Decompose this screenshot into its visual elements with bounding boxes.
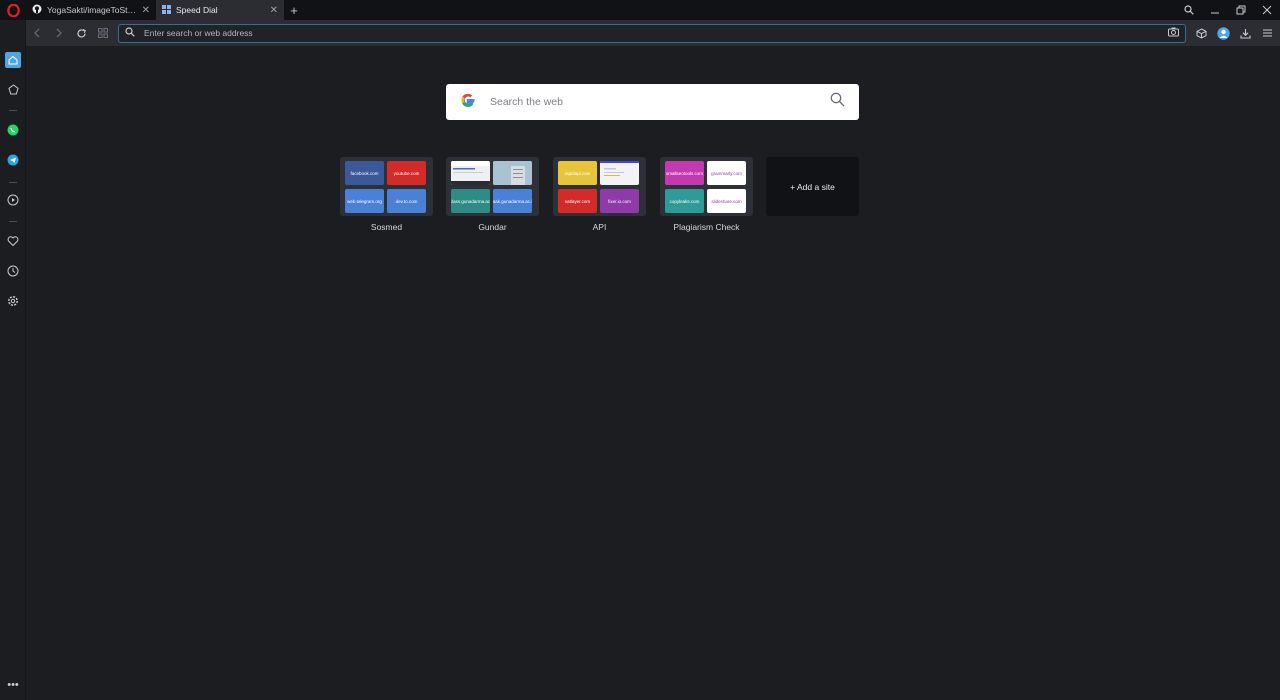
speed-dial-folder-api[interactable]: rapidapi.com vatlayer.com fixer.io.com A… bbox=[553, 157, 646, 232]
site-thumbnail: smallseotools.com bbox=[665, 161, 704, 185]
site-thumbnail: facebook.com bbox=[345, 161, 384, 185]
tab-github[interactable]: YogaSakti/imageToSticker ✕ bbox=[26, 0, 156, 20]
site-thumbnail: v-class.gunadarma.ac.id bbox=[451, 189, 490, 213]
sidebar-divider bbox=[9, 110, 17, 111]
settings-gear-icon[interactable] bbox=[5, 293, 21, 309]
web-search-box[interactable]: Search the web bbox=[446, 84, 859, 120]
folder-title: Gundar bbox=[478, 222, 507, 232]
easy-setup-menu-icon[interactable] bbox=[1256, 28, 1278, 38]
whatsapp-icon[interactable] bbox=[5, 122, 21, 138]
close-tab-icon[interactable]: ✕ bbox=[142, 5, 150, 16]
tab-speed-dial[interactable]: Speed Dial ✕ bbox=[156, 0, 284, 20]
site-thumbnail: slideshare.com bbox=[707, 189, 746, 213]
speed-dial-folder-gundar[interactable]: v-class.gunadarma.ac.id baak.gunadarma.a… bbox=[446, 157, 539, 232]
telegram-icon[interactable] bbox=[5, 152, 21, 168]
folder-thumbnail[interactable]: smallseotools.com grammarly.com copyleak… bbox=[660, 157, 753, 216]
back-icon[interactable] bbox=[26, 28, 48, 38]
site-thumbnail: dev.to.com bbox=[387, 189, 426, 213]
site-thumbnail: youtube.com bbox=[387, 161, 426, 185]
snapshot-camera-icon[interactable] bbox=[1168, 24, 1179, 42]
github-icon bbox=[32, 4, 42, 16]
my-flow-icon[interactable] bbox=[5, 81, 21, 97]
forward-icon[interactable] bbox=[48, 28, 70, 38]
folder-thumbnail[interactable]: rapidapi.com vatlayer.com fixer.io.com bbox=[553, 157, 646, 216]
address-placeholder: Enter search or web address bbox=[144, 28, 253, 38]
tab-strip: YogaSakti/imageToSticker ✕ Speed Dial ✕ … bbox=[0, 0, 1280, 20]
reload-icon[interactable] bbox=[70, 28, 92, 39]
speed-dial-folder-plagiarism-check[interactable]: smallseotools.com grammarly.com copyleak… bbox=[660, 157, 753, 232]
search-icon[interactable] bbox=[830, 92, 845, 112]
add-site-button[interactable]: + Add a site bbox=[766, 157, 859, 216]
address-toolbar: Enter search or web address bbox=[26, 20, 1280, 46]
more-options-icon[interactable]: ••• bbox=[5, 677, 21, 693]
tab-label: Speed Dial bbox=[176, 5, 218, 15]
folder-title: API bbox=[592, 222, 607, 232]
folder-thumbnail[interactable]: v-class.gunadarma.ac.id baak.gunadarma.a… bbox=[446, 157, 539, 216]
folder-title: Plagiarism Check bbox=[673, 222, 740, 232]
site-thumbnail: baak.gunadarma.ac.id bbox=[493, 189, 532, 213]
opera-logo-icon[interactable] bbox=[0, 0, 26, 20]
folder-title: Sosmed bbox=[370, 222, 403, 232]
sidebar-divider bbox=[9, 221, 17, 222]
tab-overview-icon[interactable] bbox=[92, 28, 114, 38]
google-logo-icon bbox=[460, 92, 476, 113]
speed-dial-folder-sosmed[interactable]: facebook.com youtube.com web.telegram.or… bbox=[340, 157, 433, 232]
home-icon[interactable] bbox=[5, 52, 21, 68]
site-thumbnail: rapidapi.com bbox=[558, 161, 597, 185]
site-thumbnail: fixer.io.com bbox=[600, 189, 639, 213]
tab-label: YogaSakti/imageToSticker bbox=[47, 5, 137, 15]
site-screenshot-thumbnail bbox=[600, 161, 639, 185]
player-icon[interactable] bbox=[5, 192, 21, 208]
history-icon[interactable] bbox=[5, 263, 21, 279]
site-thumbnail: web.telegram.org bbox=[345, 189, 384, 213]
site-screenshot-thumbnail bbox=[451, 161, 490, 185]
site-thumbnail: vatlayer.com bbox=[558, 189, 597, 213]
sidebar-divider bbox=[9, 182, 17, 183]
sidebar: ••• bbox=[0, 20, 26, 700]
new-tab-button[interactable]: + bbox=[284, 3, 304, 18]
site-thumbnail: grammarly.com bbox=[707, 161, 746, 185]
tab-search-icon[interactable] bbox=[1176, 0, 1202, 20]
downloads-icon[interactable] bbox=[1234, 28, 1256, 39]
speed-dial-icon bbox=[162, 4, 171, 16]
heart-icon[interactable] bbox=[5, 233, 21, 249]
restore-icon[interactable] bbox=[1228, 0, 1254, 20]
site-thumbnail: copyleaks.com bbox=[665, 189, 704, 213]
search-icon bbox=[125, 24, 135, 42]
folder-thumbnail[interactable]: facebook.com youtube.com web.telegram.or… bbox=[340, 157, 433, 216]
address-bar[interactable]: Enter search or web address bbox=[118, 23, 1186, 43]
close-tab-icon[interactable]: ✕ bbox=[270, 5, 278, 16]
close-window-icon[interactable] bbox=[1254, 0, 1280, 20]
extensions-cube-icon[interactable] bbox=[1190, 27, 1212, 39]
site-screenshot-thumbnail bbox=[493, 161, 532, 185]
minimize-icon[interactable] bbox=[1202, 0, 1228, 20]
profile-avatar-icon[interactable] bbox=[1212, 26, 1234, 40]
web-search-placeholder: Search the web bbox=[490, 96, 563, 108]
